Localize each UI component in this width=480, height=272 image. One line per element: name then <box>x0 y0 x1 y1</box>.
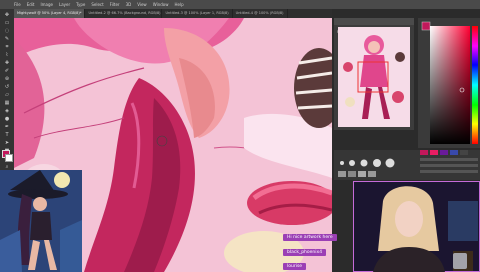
blur-tool-icon[interactable]: ◈ <box>3 108 12 114</box>
eyedropper-tool-icon[interactable]: ⌇ <box>3 52 12 58</box>
brush-tool-icon[interactable]: ✐ <box>3 68 12 74</box>
chat-message: lourise <box>283 263 307 270</box>
menu-help[interactable]: Help <box>174 2 183 7</box>
brush-presets <box>338 158 395 177</box>
menu-select[interactable]: Select <box>91 2 103 7</box>
menu-3d[interactable]: 3D <box>126 2 132 7</box>
menu-filter[interactable]: Filter <box>110 2 120 7</box>
menu-layer[interactable]: Layer <box>59 2 70 7</box>
navigator-thumbnail[interactable] <box>338 27 410 127</box>
swatch-grid <box>420 150 478 173</box>
chat-message: black_phoenix4 <box>283 249 327 256</box>
tab-document-4[interactable]: Untitled-4 @ 100% (RGB/8) <box>233 9 288 18</box>
gradient-tool-icon[interactable]: ▦ <box>3 100 12 106</box>
history-tool-icon[interactable]: ↺ <box>3 84 12 90</box>
tab-document-2[interactable]: Untitled-2 @ 66.7% (Background, RGB/8) <box>85 9 163 18</box>
color-field <box>421 21 478 144</box>
pen-tool-icon[interactable]: ✒ <box>3 124 12 130</box>
document-tabs: Mightywolf @ 50% (Layer 4, RGB/8)* Untit… <box>14 9 332 18</box>
background-color[interactable] <box>5 154 13 162</box>
webcam-overlay <box>353 181 480 272</box>
artwork-thumbnail-overlay <box>0 170 82 272</box>
swatches-panel[interactable] <box>420 148 478 178</box>
color-picker-panel[interactable] <box>418 18 480 148</box>
move-tool-icon[interactable]: ✥ <box>3 12 12 18</box>
tab-document-1[interactable]: Mightywolf @ 50% (Layer 4, RGB/8)* <box>14 9 86 18</box>
tab-document-3[interactable]: Untitled-3 @ 100% (Layer 1, RGB/8) <box>162 9 233 18</box>
chat-message: Hi nice artwork here <box>283 234 337 241</box>
menu-window[interactable]: Window <box>153 2 169 7</box>
menu-edit[interactable]: Edit <box>27 2 35 7</box>
healing-tool-icon[interactable]: ✚ <box>3 60 12 66</box>
path-select-tool-icon[interactable]: ➤ <box>3 140 12 146</box>
menu-type[interactable]: Type <box>76 2 85 7</box>
menu-bar: File Edit Image Layer Type Select Filter… <box>0 0 480 9</box>
quick-select-tool-icon[interactable]: ✎ <box>3 36 12 42</box>
type-tool-icon[interactable]: T <box>3 132 12 138</box>
navigator-header[interactable]: Navigator <box>334 18 414 34</box>
menu-view[interactable]: View <box>137 2 147 7</box>
crop-tool-icon[interactable]: ⌗ <box>3 44 12 50</box>
menu-file[interactable]: File <box>14 2 21 7</box>
clone-tool-icon[interactable]: ⊛ <box>3 76 12 82</box>
navigator-preview <box>338 27 410 127</box>
lasso-tool-icon[interactable]: ◌ <box>3 28 12 34</box>
witch-illustration <box>0 170 82 272</box>
webcam-feed <box>353 181 480 272</box>
marquee-tool-icon[interactable]: ▭ <box>3 20 12 26</box>
menu-image[interactable]: Image <box>40 2 53 7</box>
dodge-tool-icon[interactable]: ● <box>3 116 12 122</box>
eraser-tool-icon[interactable]: ▱ <box>3 92 12 98</box>
color-swatches[interactable] <box>2 150 13 162</box>
